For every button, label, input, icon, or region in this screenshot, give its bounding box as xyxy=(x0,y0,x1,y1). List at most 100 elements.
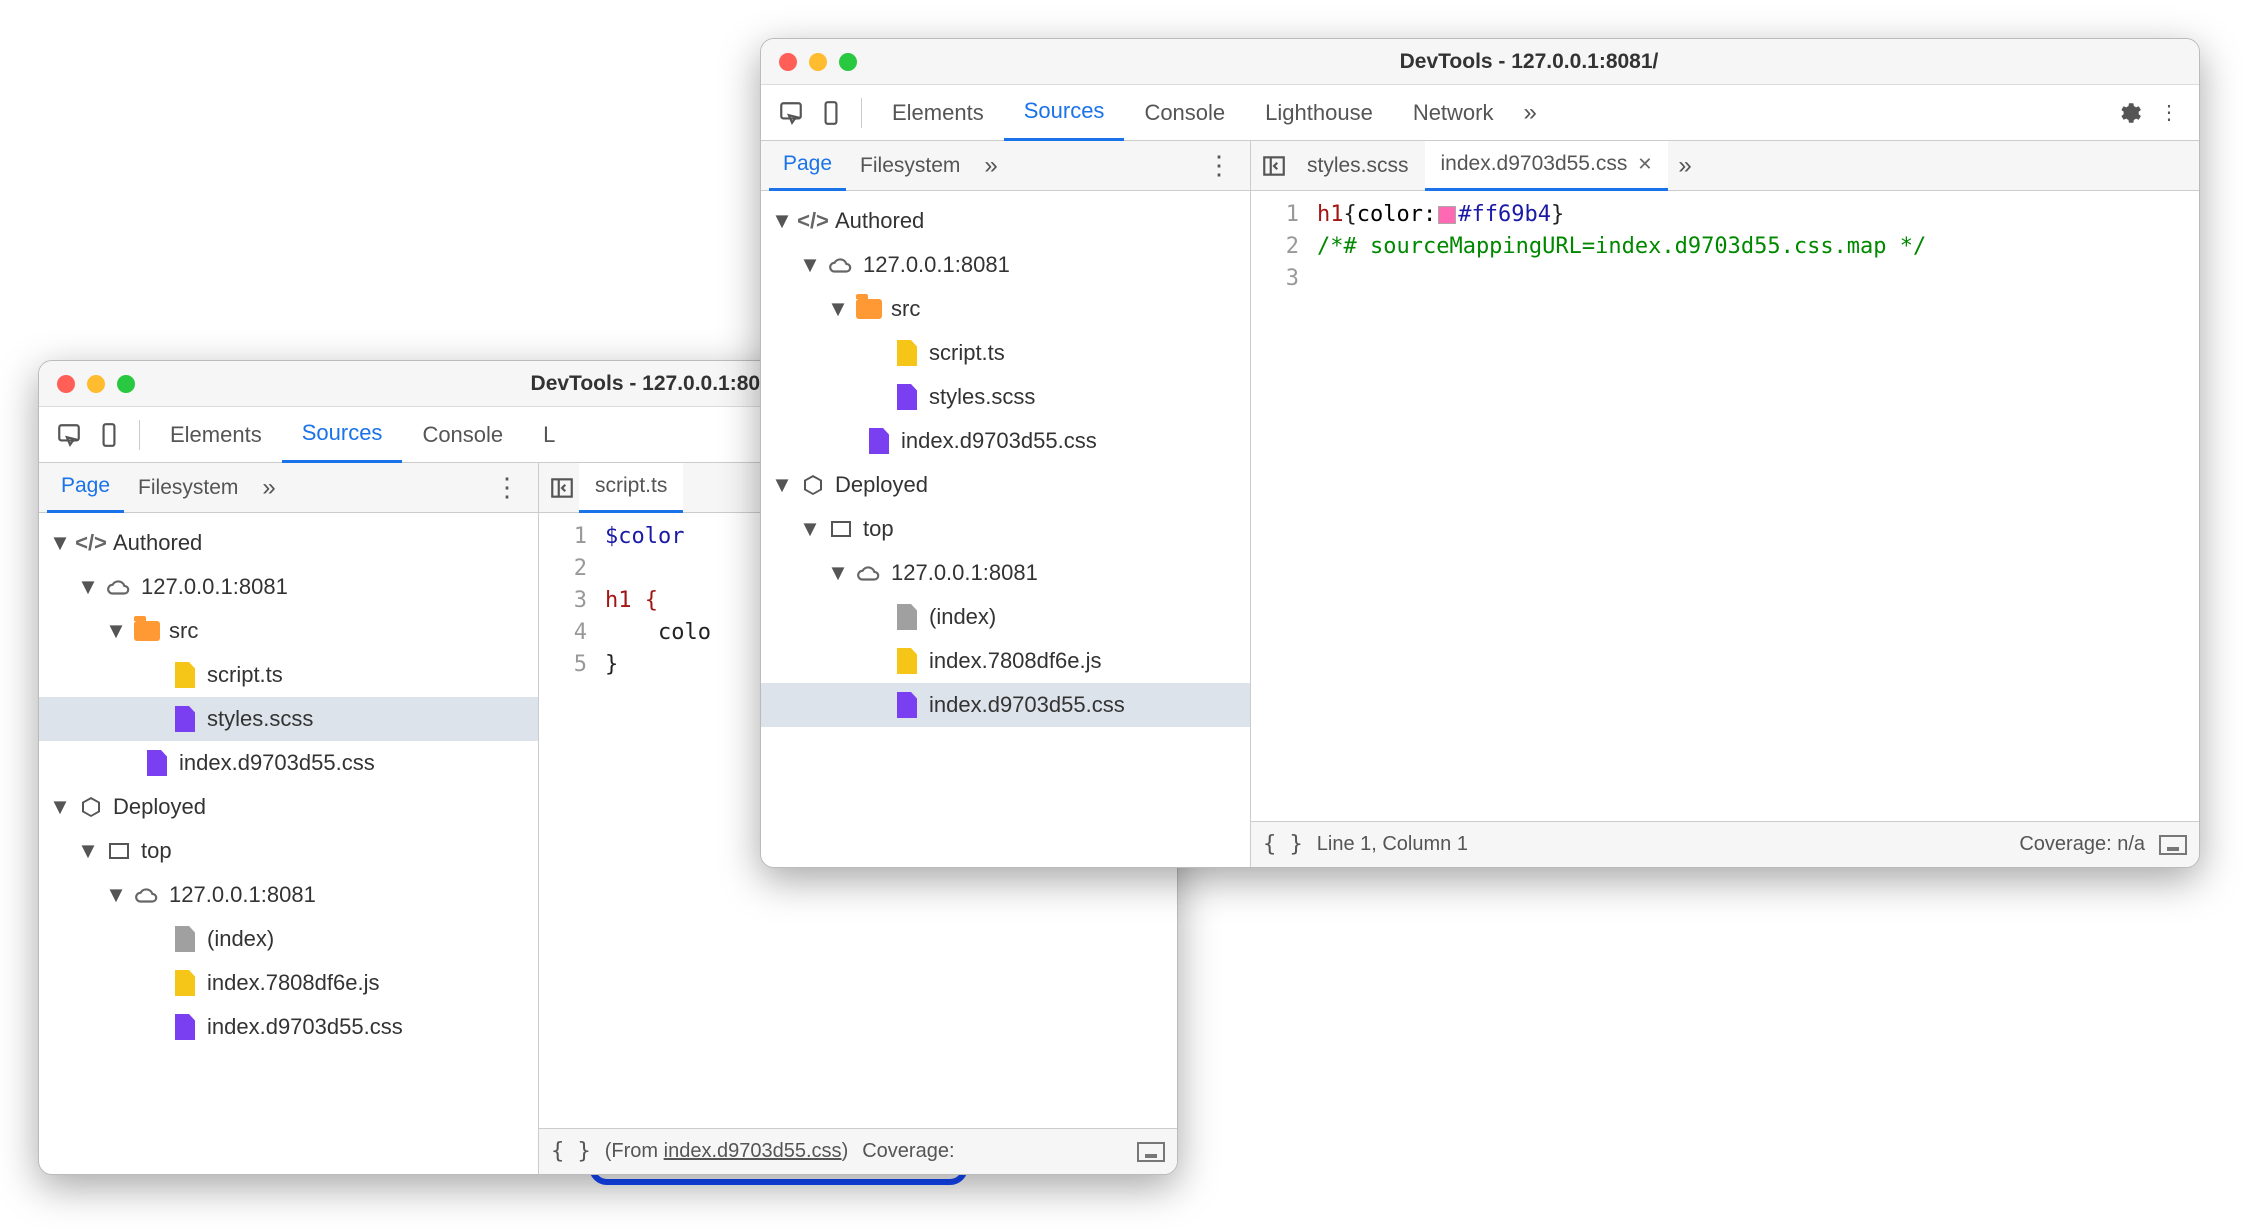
chevron-down-icon: ▼ xyxy=(79,574,97,600)
tree-host[interactable]: ▼ 127.0.0.1:8081 xyxy=(39,565,538,609)
file-purple-icon xyxy=(171,1013,199,1041)
file-tabs: styles.scss index.d9703d55.css ✕ » xyxy=(1251,141,2199,191)
tree-host2[interactable]: ▼ 127.0.0.1:8081 xyxy=(761,551,1250,595)
file-yellow-icon xyxy=(893,647,921,675)
pretty-print-icon[interactable]: { } xyxy=(551,1139,591,1164)
tree-index-css2[interactable]: index.d9703d55.css xyxy=(761,683,1250,727)
tree-label: 127.0.0.1:8081 xyxy=(169,882,316,908)
tree-index-html[interactable]: (index) xyxy=(761,595,1250,639)
nav-tab-page[interactable]: Page xyxy=(47,463,124,513)
nav-tab-page[interactable]: Page xyxy=(769,141,846,191)
tree-index-css[interactable]: index.d9703d55.css xyxy=(39,741,538,785)
tree-script-ts[interactable]: script.ts xyxy=(761,331,1250,375)
tab-sources[interactable]: Sources xyxy=(282,407,403,463)
nav-tab-filesystem[interactable]: Filesystem xyxy=(124,463,252,513)
nav-tab-filesystem[interactable]: Filesystem xyxy=(846,141,974,191)
zoom-icon[interactable] xyxy=(839,53,857,71)
tab-console[interactable]: Console xyxy=(1124,85,1245,141)
file-tab-script-ts[interactable]: script.ts xyxy=(579,463,683,513)
traffic-lights xyxy=(57,375,135,393)
sidebar-toggle-icon[interactable] xyxy=(1257,149,1291,183)
inspect-icon[interactable] xyxy=(49,415,89,455)
tree-top[interactable]: ▼ top xyxy=(39,829,538,873)
file-grey-icon xyxy=(171,925,199,953)
code-editor[interactable]: h1{color:#ff69b4} /*# sourceMappingURL=i… xyxy=(1311,191,1936,821)
more-tabs-icon[interactable]: » xyxy=(1514,99,1547,127)
separator xyxy=(139,420,140,450)
tree-label: script.ts xyxy=(929,340,1005,366)
tree-deployed[interactable]: ▼ Deployed xyxy=(761,463,1250,507)
tree-host[interactable]: ▼ 127.0.0.1:8081 xyxy=(761,243,1250,287)
tab-elements[interactable]: Elements xyxy=(150,407,282,463)
drawer-toggle-icon[interactable] xyxy=(2159,835,2187,855)
zoom-icon[interactable] xyxy=(117,375,135,393)
tree-label: 127.0.0.1:8081 xyxy=(863,252,1010,278)
tree-styles-scss[interactable]: styles.scss xyxy=(761,375,1250,419)
status-from: (From index.d9703d55.css) xyxy=(605,1140,848,1163)
tree-index-css[interactable]: index.d9703d55.css xyxy=(761,419,1250,463)
folder-icon xyxy=(133,617,161,645)
color-swatch-icon[interactable] xyxy=(1438,206,1456,224)
main-tabs: Elements Sources Console Lighthouse Netw… xyxy=(761,85,2199,141)
tree-script-ts[interactable]: script.ts xyxy=(39,653,538,697)
more-tabs-icon[interactable]: » xyxy=(974,152,1007,180)
file-tab-index-css[interactable]: index.d9703d55.css ✕ xyxy=(1425,141,1669,191)
device-icon[interactable] xyxy=(811,93,851,133)
sidebar-toggle-icon[interactable] xyxy=(545,471,579,505)
pretty-print-icon[interactable]: { } xyxy=(1263,832,1303,857)
tab-network[interactable]: Network xyxy=(1393,85,1514,141)
tab-truncated[interactable]: L xyxy=(523,407,575,463)
tree-index-html[interactable]: (index) xyxy=(39,917,538,961)
tree-label: 127.0.0.1:8081 xyxy=(141,574,288,600)
tree-top[interactable]: ▼ top xyxy=(761,507,1250,551)
drawer-toggle-icon[interactable] xyxy=(1137,1142,1165,1162)
close-tab-icon[interactable]: ✕ xyxy=(1637,154,1652,175)
file-tab-label: styles.scss xyxy=(1307,154,1409,178)
tree-styles-scss[interactable]: styles.scss xyxy=(39,697,538,741)
tab-elements[interactable]: Elements xyxy=(872,85,1004,141)
more-tabs-icon[interactable]: » xyxy=(1668,152,1701,180)
chevron-down-icon: ▼ xyxy=(107,882,125,908)
file-grey-icon xyxy=(893,603,921,631)
more-tabs-icon[interactable]: » xyxy=(252,474,285,502)
tree-label: (index) xyxy=(207,926,274,952)
tree-src[interactable]: ▼ src xyxy=(761,287,1250,331)
tree-label: index.d9703d55.css xyxy=(179,750,375,776)
kebab-menu-icon[interactable]: ⋮ xyxy=(1196,150,1242,181)
chevron-down-icon: ▼ xyxy=(829,296,847,322)
tree-index-js[interactable]: index.7808df6e.js xyxy=(39,961,538,1005)
kebab-menu-icon[interactable]: ⋮ xyxy=(484,472,530,503)
tree-label: index.d9703d55.css xyxy=(901,428,1097,454)
tree-authored[interactable]: ▼ </> Authored xyxy=(39,521,538,565)
code-editor[interactable]: $color h1 { colo } xyxy=(599,513,721,1128)
tree-label: Authored xyxy=(113,530,202,556)
tree-label: Deployed xyxy=(835,472,928,498)
tab-lighthouse[interactable]: Lighthouse xyxy=(1245,85,1393,141)
file-purple-icon xyxy=(143,749,171,777)
gear-icon[interactable] xyxy=(2109,93,2149,133)
tree-label: top xyxy=(863,516,894,542)
kebab-menu-icon[interactable]: ⋮ xyxy=(2149,93,2189,133)
inspect-icon[interactable] xyxy=(771,93,811,133)
chevron-down-icon: ▼ xyxy=(79,838,97,864)
tree-authored[interactable]: ▼ </> Authored xyxy=(761,199,1250,243)
minimize-icon[interactable] xyxy=(809,53,827,71)
close-icon[interactable] xyxy=(57,375,75,393)
tree-host2[interactable]: ▼ 127.0.0.1:8081 xyxy=(39,873,538,917)
file-tab-styles-scss[interactable]: styles.scss xyxy=(1291,141,1425,191)
tab-sources[interactable]: Sources xyxy=(1004,85,1125,141)
minimize-icon[interactable] xyxy=(87,375,105,393)
line-gutter: 1 2 3 4 5 xyxy=(539,513,599,1128)
tree-index-js[interactable]: index.7808df6e.js xyxy=(761,639,1250,683)
tree-index-css2[interactable]: index.d9703d55.css xyxy=(39,1005,538,1049)
close-icon[interactable] xyxy=(779,53,797,71)
tree-src[interactable]: ▼ src xyxy=(39,609,538,653)
file-tree: ▼ </> Authored ▼ 127.0.0.1:8081 ▼ sr xyxy=(761,191,1250,867)
tab-console[interactable]: Console xyxy=(402,407,523,463)
chevron-down-icon: ▼ xyxy=(773,472,791,498)
status-from-link[interactable]: index.d9703d55.css xyxy=(664,1140,842,1162)
tree-deployed[interactable]: ▼ Deployed xyxy=(39,785,538,829)
device-icon[interactable] xyxy=(89,415,129,455)
tree-label: (index) xyxy=(929,604,996,630)
status-coverage: Coverage: xyxy=(862,1140,954,1163)
